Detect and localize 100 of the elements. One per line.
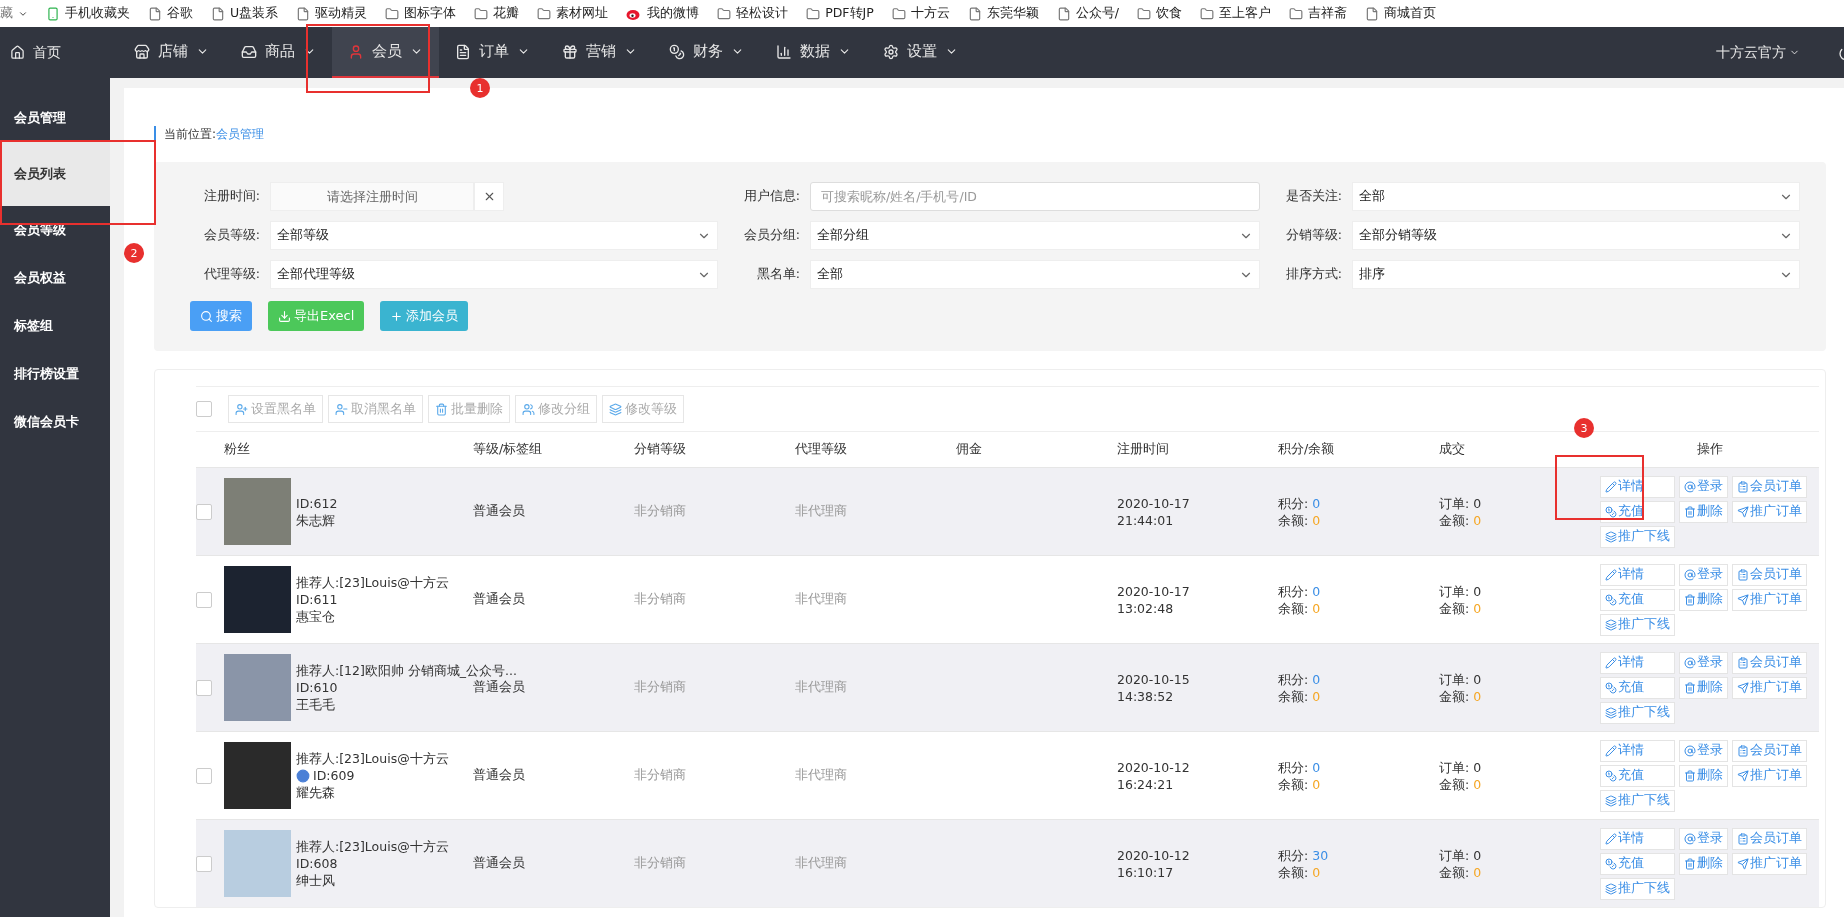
dropdown-select[interactable]: 全部 — [810, 260, 1260, 289]
delete-button[interactable]: 删除 — [1679, 500, 1728, 523]
table-cell-text: 非代理商 — [795, 855, 848, 872]
nav-menu-item[interactable]: 订单 — [439, 27, 546, 78]
bookmark-link[interactable]: PDF转JP — [825, 5, 874, 22]
bookmark-link[interactable]: 驱动精灵 — [315, 5, 368, 22]
recharge-button[interactable]: 充值 — [1600, 588, 1675, 611]
at-sign-icon — [1684, 832, 1696, 845]
stat-label: 订单: — [1439, 670, 1470, 688]
nav-menu-item[interactable]: 会员 — [332, 27, 439, 78]
delete-button[interactable]: 删除 — [1679, 588, 1728, 611]
bookmark-link[interactable]: 我的微博 — [647, 5, 700, 22]
bookmark-link[interactable]: 公众号/ — [1075, 5, 1119, 22]
sidebar-item[interactable]: 会员列表 — [0, 142, 110, 206]
promo-button[interactable]: 推广订单 — [1732, 676, 1807, 699]
recharge-button[interactable]: 充值 — [1600, 764, 1675, 787]
bookmark-link[interactable]: 素材网址 — [556, 5, 609, 22]
nav-menu-item[interactable]: 店铺 — [118, 27, 225, 78]
bookmark-link[interactable]: 谷歌 — [167, 5, 193, 22]
bookmark-link[interactable]: 吉祥斋 — [1307, 5, 1347, 22]
search-button[interactable]: 搜索 — [190, 301, 252, 331]
recharge-button[interactable]: 充值 — [1600, 676, 1675, 699]
table-cell-text: 普通会员 — [473, 503, 526, 520]
downline-button[interactable]: 推广下线 — [1600, 525, 1675, 548]
nav-menu-item[interactable]: 数据 — [760, 27, 867, 78]
detail-button[interactable]: 详情 — [1600, 827, 1675, 850]
login-button[interactable]: 登录 — [1679, 475, 1728, 498]
add-button[interactable]: 添加会员 — [380, 301, 469, 331]
row-checkbox[interactable] — [196, 679, 212, 696]
breadcrumb-link[interactable]: 会员管理 — [216, 125, 265, 143]
filter-label: 是否关注: — [1284, 187, 1343, 205]
login-button[interactable]: 登录 — [1679, 827, 1728, 850]
dropdown-select[interactable]: 全部分组 — [810, 221, 1260, 250]
date-field[interactable]: 请选择注册时间 — [270, 182, 474, 211]
bookmark-link[interactable]: 花瓣 — [493, 5, 520, 22]
row-checkbox[interactable] — [196, 855, 212, 872]
bookmark-link[interactable]: 商城首页 — [1383, 5, 1436, 22]
bookmark-link[interactable]: 图标字体 — [404, 5, 457, 22]
nav-menu-item[interactable]: 设置 — [867, 27, 974, 78]
dropdown-select[interactable]: 排序 — [1352, 260, 1800, 289]
bookmark-link[interactable]: U盘装系 — [230, 5, 279, 22]
orders-button[interactable]: 会员订单 — [1732, 651, 1807, 674]
sidebar-item[interactable]: 会员权益 — [0, 254, 110, 302]
bookmark-link[interactable]: 至上客户 — [1218, 5, 1271, 22]
bookmark-link[interactable]: 东莞华颖 — [986, 5, 1039, 22]
bookmark-link[interactable]: 饮食 — [1155, 5, 1182, 22]
downline-button[interactable]: 推广下线 — [1600, 613, 1675, 636]
row-checkbox[interactable] — [196, 503, 212, 520]
delete-button[interactable]: 删除 — [1679, 676, 1728, 699]
export-button[interactable]: 导出Execl — [268, 301, 365, 331]
row-checkbox[interactable] — [196, 591, 212, 608]
member-id: ID:608 — [296, 855, 338, 872]
clipboard-icon — [1737, 832, 1749, 845]
page-icon — [1056, 6, 1071, 21]
detail-button[interactable]: 详情 — [1600, 563, 1675, 586]
bookmark-link[interactable]: 手机收藏夹 — [65, 5, 130, 22]
select-all-checkbox[interactable] — [196, 401, 212, 417]
clear-button[interactable] — [474, 182, 504, 211]
promo-button[interactable]: 推广订单 — [1732, 852, 1807, 875]
search-field[interactable]: 可搜索昵称/姓名/手机号/ID — [810, 182, 1260, 211]
dropdown-select[interactable]: 全部等级 — [270, 221, 718, 250]
row-checkbox[interactable] — [196, 767, 212, 784]
promo-button[interactable]: 推广订单 — [1732, 588, 1807, 611]
nav-menu-item[interactable]: 营销 — [546, 27, 653, 78]
bookmark-link[interactable]: 藏 — [0, 5, 13, 22]
bookmark-link[interactable]: 轻松设计 — [736, 5, 789, 22]
home-link[interactable]: 首页 — [0, 27, 110, 78]
detail-button[interactable]: 详情 — [1600, 651, 1675, 674]
account-menu[interactable]: 十方云官方 — [1716, 43, 1800, 62]
recharge-button[interactable]: 充值 — [1600, 852, 1675, 875]
delete-button[interactable]: 删除 — [1679, 852, 1728, 875]
login-button[interactable]: 登录 — [1679, 563, 1728, 586]
downline-button[interactable]: 推广下线 — [1600, 789, 1675, 812]
dropdown-select[interactable]: 全部代理等级 — [270, 260, 718, 289]
orders-button[interactable]: 会员订单 — [1732, 739, 1807, 762]
dropdown-select[interactable]: 全部 — [1352, 182, 1800, 211]
promo-button[interactable]: 推广订单 — [1732, 764, 1807, 787]
orders-button[interactable]: 会员订单 — [1732, 563, 1807, 586]
bookmark-link[interactable]: 十方云 — [910, 5, 950, 22]
nav-menu-item[interactable]: 商品 — [225, 27, 332, 78]
detail-button[interactable]: 详情 — [1600, 739, 1675, 762]
recharge-button[interactable]: 充值 — [1600, 500, 1675, 523]
downline-button[interactable]: 推广下线 — [1600, 701, 1675, 724]
promo-button[interactable]: 推广订单 — [1732, 500, 1807, 523]
referrer-text: 推荐人:[12]欧阳帅 分销商城_公众号... — [296, 662, 517, 679]
delete-button[interactable]: 删除 — [1679, 764, 1728, 787]
nav-menu-item[interactable]: 财务 — [653, 27, 760, 78]
trash-icon — [1684, 857, 1696, 870]
login-button[interactable]: 登录 — [1679, 651, 1728, 674]
sidebar-item[interactable]: 标签组 — [0, 302, 110, 350]
orders-button[interactable]: 会员订单 — [1732, 475, 1807, 498]
sidebar-item[interactable]: 排行榜设置 — [0, 350, 110, 398]
downline-button[interactable]: 推广下线 — [1600, 877, 1675, 900]
dropdown-select[interactable]: 全部分销等级 — [1352, 221, 1800, 250]
member-name: 惠宝仓 — [296, 608, 336, 625]
sidebar-item[interactable]: 会员管理 — [0, 94, 110, 142]
sidebar-item[interactable]: 微信会员卡 — [0, 398, 110, 446]
orders-button[interactable]: 会员订单 — [1732, 827, 1807, 850]
detail-button[interactable]: 详情 — [1600, 475, 1675, 498]
login-button[interactable]: 登录 — [1679, 739, 1728, 762]
